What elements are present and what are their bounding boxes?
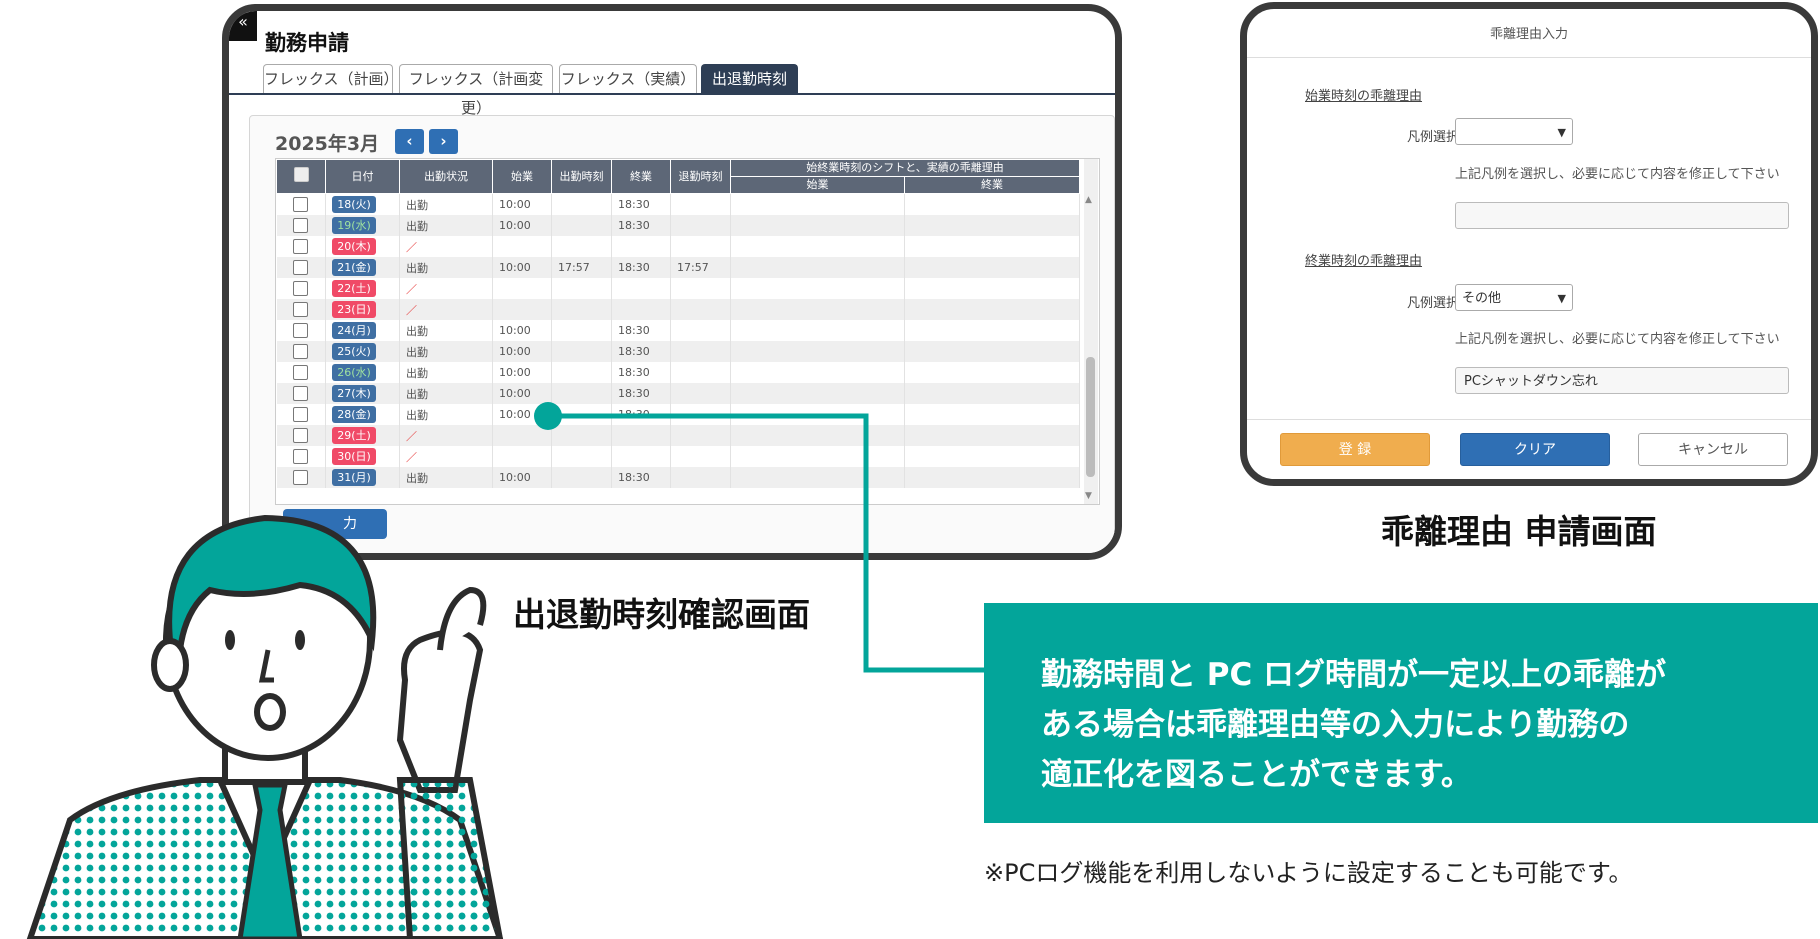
footnote: ※PCログ機能を利用しないように設定することも可能です。 [984, 859, 1633, 887]
callout-line: 勤務時間と PC ログ時間が一定以上の乖離が [1041, 657, 1667, 693]
callout-box: 勤務時間と PC ログ時間が一定以上の乖離が ある場合は乖離理由等の入力により勤… [984, 603, 1818, 823]
connector-dot [534, 402, 562, 430]
callout-line: ある場合は乖離理由等の入力により勤務の [1041, 707, 1630, 743]
callout-line: 適正化を図ることができます。 [1041, 757, 1472, 793]
person-illustration [26, 514, 504, 939]
